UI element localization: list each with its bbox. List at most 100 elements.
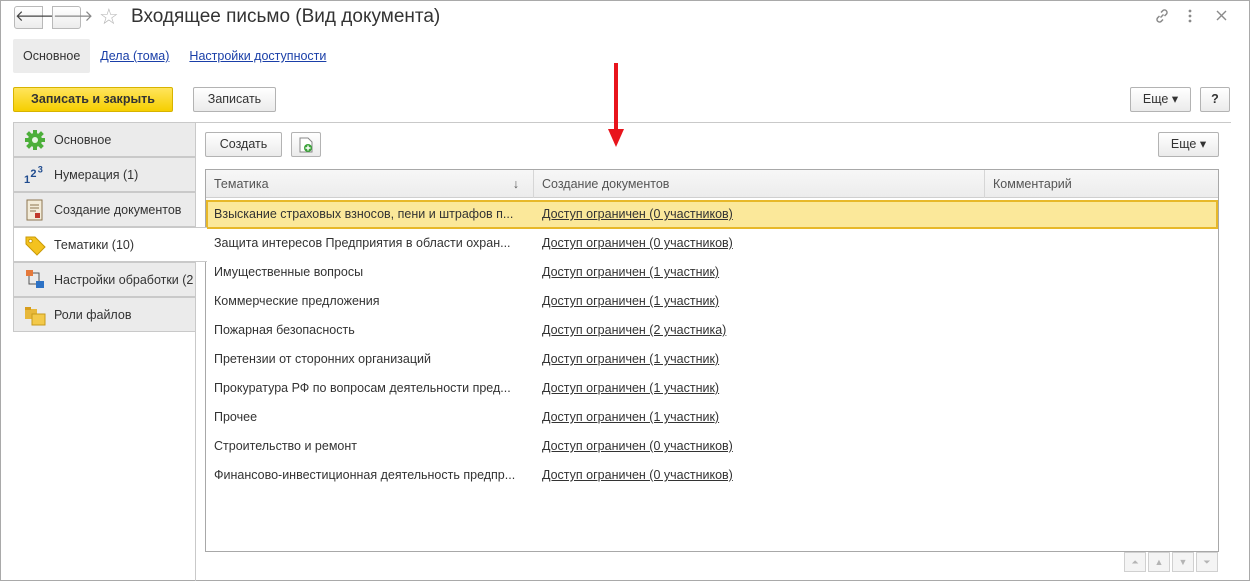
- access-cell: Доступ ограничен (1 участник): [534, 403, 985, 432]
- comment-cell: [985, 229, 1218, 258]
- table-row[interactable]: Пожарная безопасность Доступ ограничен (2…: [206, 316, 1218, 345]
- annotation-arrow-icon: [608, 63, 624, 147]
- workflow-icon: [24, 269, 46, 291]
- side-tab-file-roles[interactable]: Роли файлов: [13, 297, 196, 332]
- tag-icon: [24, 234, 46, 256]
- column-header-comment[interactable]: Комментарий: [985, 170, 1218, 198]
- save-button[interactable]: Записать: [193, 87, 276, 112]
- access-cell: Доступ ограничен (1 участник): [534, 258, 985, 287]
- comment-cell: [985, 200, 1218, 229]
- scroll-up-button[interactable]: ▲: [1148, 552, 1170, 572]
- access-link[interactable]: Доступ ограничен (2 участника): [542, 323, 726, 337]
- tab-access-settings[interactable]: Настройки доступности: [179, 39, 336, 73]
- tab-cases[interactable]: Дела (тома): [90, 39, 179, 73]
- access-link[interactable]: Доступ ограничен (1 участник): [542, 410, 719, 424]
- table-row[interactable]: Претензии от сторонних организаций Доступ…: [206, 345, 1218, 374]
- access-link[interactable]: Доступ ограничен (1 участник): [542, 352, 719, 366]
- scroll-last-icon: ⏷: [1203, 557, 1211, 567]
- access-cell: Доступ ограничен (0 участников): [534, 461, 985, 490]
- svg-text:1: 1: [24, 174, 30, 186]
- side-tab-label: Создание документов: [54, 202, 182, 217]
- column-header-topic[interactable]: Тематика ↓: [206, 170, 534, 198]
- scroll-first-button[interactable]: ⏶: [1124, 552, 1146, 572]
- access-link[interactable]: Доступ ограничен (1 участник): [542, 294, 719, 308]
- table-row[interactable]: Прокуратура РФ по вопросам деятельности …: [206, 374, 1218, 403]
- close-icon[interactable]: [1216, 10, 1227, 21]
- access-link[interactable]: Доступ ограничен (0 участников): [542, 468, 733, 482]
- comment-cell: [985, 345, 1218, 374]
- topic-cell: Пожарная безопасность: [214, 323, 355, 337]
- side-tab-topics[interactable]: Тематики (10): [13, 227, 207, 262]
- table-row[interactable]: Прочее Доступ ограничен (1 участник): [206, 403, 1218, 432]
- access-cell: Доступ ограничен (0 участников): [534, 200, 985, 229]
- table-row[interactable]: Имущественные вопросы Доступ ограничен (1…: [206, 258, 1218, 287]
- scroll-up-icon: ▲: [1154, 557, 1164, 567]
- document-icon: [24, 199, 46, 221]
- create-button[interactable]: Создать: [205, 132, 282, 157]
- topic-cell: Претензии от сторонних организаций: [214, 352, 431, 366]
- numbering-icon: 1 2 3: [24, 164, 46, 186]
- more-vertical-icon[interactable]: [1187, 9, 1193, 23]
- comment-cell: [985, 316, 1218, 345]
- table-row[interactable]: Коммерческие предложения Доступ ограничен…: [206, 287, 1218, 316]
- table-row[interactable]: Взыскание страховых взносов, пени и штра…: [206, 200, 1218, 229]
- access-link[interactable]: Доступ ограничен (0 участников): [542, 439, 733, 453]
- back-button[interactable]: 🡐: [14, 6, 55, 29]
- access-cell: Доступ ограничен (1 участник): [534, 345, 985, 374]
- top-tab-bar: Основное Дела (тома) Настройки доступнос…: [13, 39, 336, 73]
- more-button[interactable]: Еще ▾: [1130, 87, 1191, 112]
- help-button[interactable]: ?: [1200, 87, 1230, 112]
- comment-cell: [985, 432, 1218, 461]
- side-tab-doc-creation[interactable]: Создание документов: [13, 192, 196, 227]
- favorite-star-icon[interactable]: ☆: [99, 4, 119, 30]
- side-tab-processing-settings[interactable]: Настройки обработки (2: [13, 262, 196, 297]
- access-cell: Доступ ограничен (1 участник): [534, 287, 985, 316]
- svg-text:3: 3: [38, 164, 43, 174]
- side-tab-label: Тематики (10): [54, 237, 135, 252]
- comment-cell: [985, 461, 1218, 490]
- comment-cell: [985, 287, 1218, 316]
- access-link[interactable]: Доступ ограничен (1 участник): [542, 381, 719, 395]
- access-cell: Доступ ограничен (2 участника): [534, 316, 985, 345]
- save-and-close-button[interactable]: Записать и закрыть: [13, 87, 173, 112]
- table-header: Тематика ↓ Создание документов Комментар…: [206, 170, 1218, 198]
- access-cell: Доступ ограничен (0 участников): [534, 432, 985, 461]
- side-tab-label: Настройки обработки (2: [54, 272, 194, 287]
- scroll-down-button[interactable]: ▼: [1172, 552, 1194, 572]
- gear-icon: [24, 129, 46, 151]
- sort-down-icon: ↓: [512, 177, 519, 191]
- side-tab-main[interactable]: Основное: [13, 122, 196, 157]
- tab-main[interactable]: Основное: [13, 39, 91, 73]
- topic-cell: Коммерческие предложения: [214, 294, 380, 308]
- comment-cell: [985, 374, 1218, 403]
- arrow-right-icon: 🡒: [53, 8, 94, 25]
- topic-cell: Прокуратура РФ по вопросам деятельности …: [214, 381, 511, 395]
- access-link[interactable]: Доступ ограничен (1 участник): [542, 265, 719, 279]
- folder-icon: [24, 304, 46, 326]
- column-header-doc-creation[interactable]: Создание документов: [534, 170, 985, 198]
- side-tab-label: Роли файлов: [54, 307, 132, 322]
- table-row[interactable]: Финансово-инвестиционная деятельность пр…: [206, 461, 1218, 490]
- side-tab-label: Нумерация (1): [54, 167, 139, 182]
- comment-cell: [985, 403, 1218, 432]
- add-document-button[interactable]: [291, 132, 321, 157]
- topic-cell: Финансово-инвестиционная деятельность пр…: [214, 468, 516, 482]
- svg-text:2: 2: [30, 167, 36, 179]
- side-tab-label: Основное: [54, 132, 112, 147]
- topic-cell: Имущественные вопросы: [214, 265, 364, 279]
- link-icon[interactable]: [1154, 8, 1170, 24]
- scroll-down-icon: ▼: [1178, 557, 1188, 567]
- add-document-icon: [299, 137, 313, 153]
- forward-button[interactable]: 🡒: [52, 6, 93, 29]
- comment-cell: [985, 258, 1218, 287]
- panel-more-button[interactable]: Еще ▾: [1158, 132, 1219, 157]
- table-row[interactable]: Защита интересов Предприятия в области о…: [206, 229, 1218, 258]
- arrow-left-icon: 🡐: [15, 8, 56, 25]
- scroll-last-button[interactable]: ⏷: [1196, 552, 1218, 572]
- side-tab-numbering[interactable]: 1 2 3 Нумерация (1): [13, 157, 196, 192]
- topic-cell: Защита интересов Предприятия в области о…: [214, 236, 511, 250]
- access-link[interactable]: Доступ ограничен (0 участников): [542, 207, 733, 221]
- access-link[interactable]: Доступ ограничен (0 участников): [542, 236, 733, 250]
- table-row[interactable]: Строительство и ремонт Доступ ограничен (…: [206, 432, 1218, 461]
- topic-cell: Строительство и ремонт: [214, 439, 357, 453]
